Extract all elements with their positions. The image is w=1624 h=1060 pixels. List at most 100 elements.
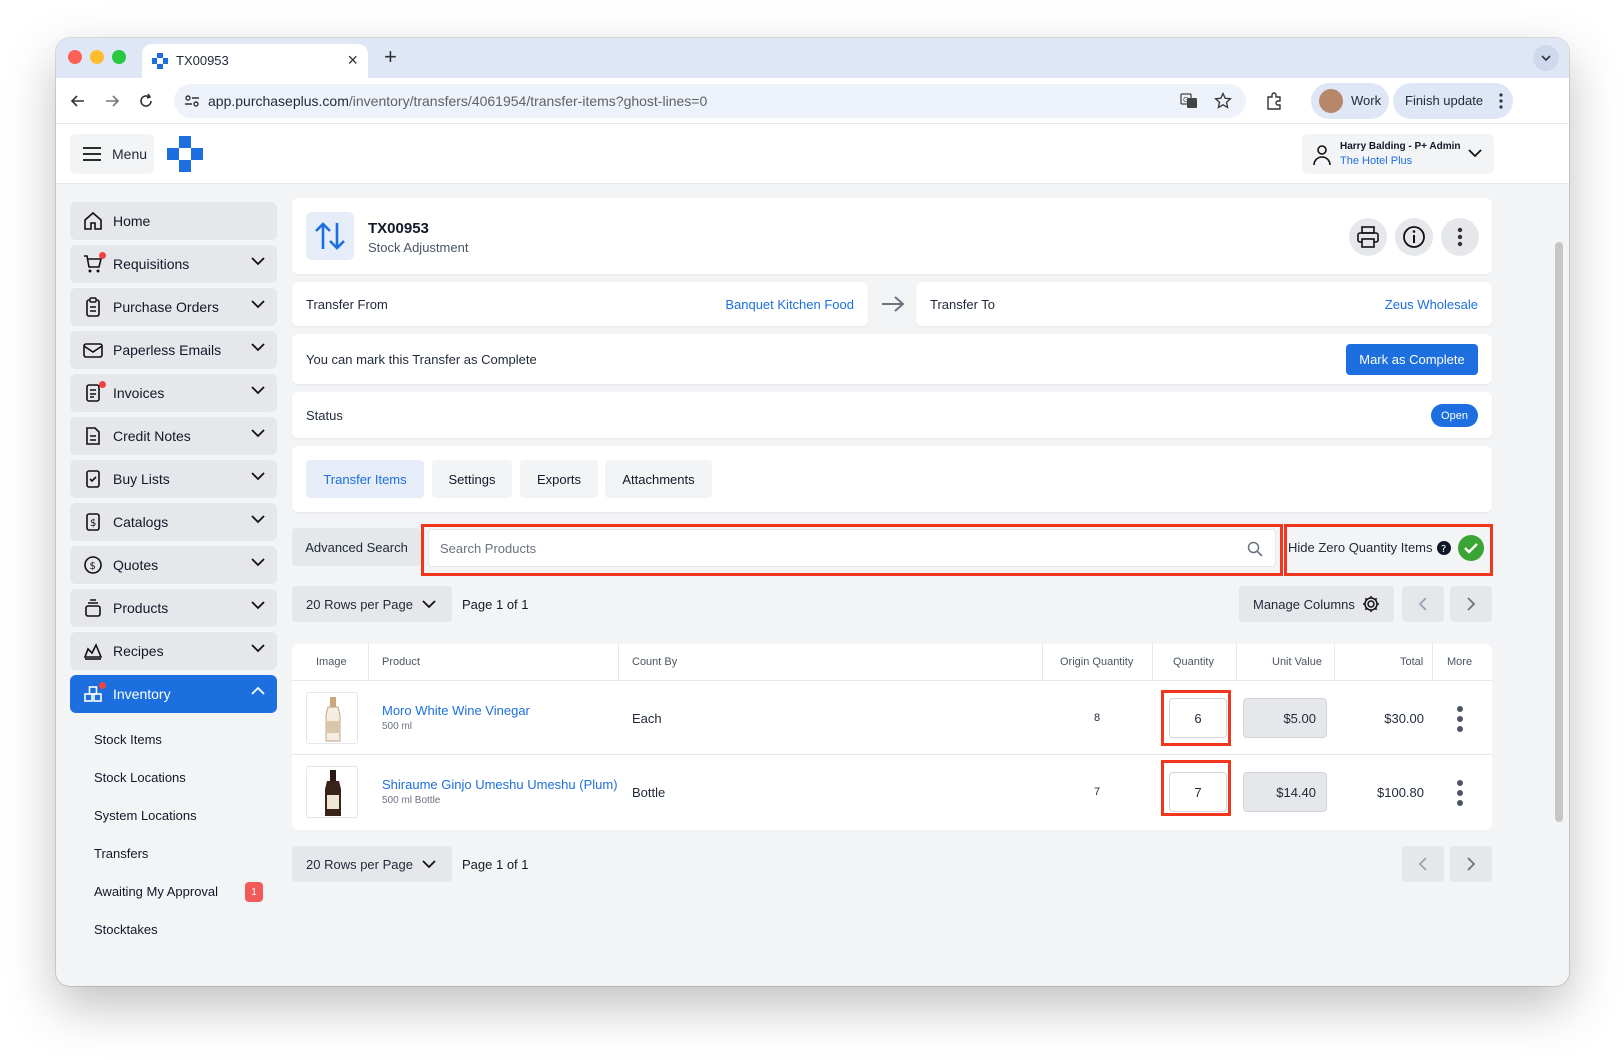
chevron-down-icon	[251, 386, 265, 395]
tab-search-button[interactable]	[1533, 45, 1559, 71]
address-bar[interactable]: app.purchaseplus.com/inventory/transfers…	[174, 84, 1246, 118]
finish-update-button[interactable]: Finish update	[1393, 83, 1513, 119]
mark-as-complete-button[interactable]: Mark as Complete	[1346, 344, 1478, 375]
origin-quantity: 7	[1093, 786, 1101, 798]
arrow-right-icon	[106, 95, 120, 107]
sidebar-subitem-system-locations[interactable]: System Locations	[70, 796, 277, 834]
menu-button[interactable]: Menu	[70, 134, 154, 174]
reload-button[interactable]	[134, 89, 158, 113]
transfer-title-card: TX00953 Stock Adjustment	[292, 198, 1492, 274]
tab-exports[interactable]: Exports	[520, 460, 598, 498]
sidebar-item-home[interactable]: Home	[70, 202, 277, 240]
product-link[interactable]: Shiraume Ginjo Umeshu Umeshu (Plum)	[382, 777, 618, 792]
row-more-icon[interactable]	[1456, 705, 1464, 733]
close-tab-icon[interactable]: ×	[347, 50, 358, 71]
page-info-bottom: Page 1 of 1	[462, 857, 529, 872]
sidebar-item-catalogs[interactable]: $ Catalogs	[70, 503, 277, 541]
new-tab-icon[interactable]: +	[384, 44, 397, 70]
purchaseplus-favicon-icon	[152, 53, 168, 69]
sidebar-subitem-transfers[interactable]: Transfers	[70, 834, 277, 872]
next-page-button-bottom[interactable]	[1450, 846, 1492, 882]
sidebar-subitem-stock-items[interactable]: Stock Items	[70, 720, 277, 758]
sidebar-item-purchase-orders[interactable]: Purchase Orders	[70, 288, 277, 326]
column-header-more: More	[1447, 656, 1473, 668]
close-window-button[interactable]	[68, 50, 82, 64]
quantity-highlight	[1161, 690, 1231, 746]
user-organisation: The Hotel Plus	[1340, 155, 1413, 167]
profile-avatar	[1319, 89, 1343, 113]
extensions-icon[interactable]	[1264, 91, 1284, 111]
user-icon	[1313, 145, 1331, 166]
tab-transfer-items[interactable]: Transfer Items	[306, 460, 424, 498]
chevron-down-icon	[1541, 55, 1551, 62]
column-header-product: Product	[382, 656, 420, 668]
sidebar-item-credit-notes[interactable]: Credit Notes	[70, 417, 277, 455]
column-divider	[1152, 644, 1153, 680]
chevron-up-icon	[251, 686, 265, 695]
tab-settings[interactable]: Settings	[432, 460, 512, 498]
translate-icon[interactable]: G	[1180, 93, 1198, 109]
column-divider	[1432, 644, 1433, 680]
tab-attachments[interactable]: Attachments	[605, 460, 712, 498]
sidebar-item-label: Catalogs	[113, 514, 169, 530]
browser-tab[interactable]: TX00953 ×	[142, 44, 368, 78]
svg-text:$: $	[90, 561, 96, 572]
transfer-to-card: Transfer To Zeus Wholesale	[916, 282, 1492, 326]
print-button[interactable]	[1349, 218, 1387, 256]
rows-per-page-select[interactable]: 20 Rows per Page	[292, 586, 452, 622]
column-header-image: Image	[316, 656, 347, 668]
page-scrollbar[interactable]	[1555, 242, 1563, 822]
column-divider	[618, 644, 619, 680]
sidebar-item-inventory[interactable]: Inventory	[70, 675, 277, 713]
user-menu-button[interactable]: Harry Balding - P+ Admin The Hotel Plus	[1302, 134, 1494, 174]
transfer-from-link[interactable]: Banquet Kitchen Food	[725, 297, 854, 312]
home-icon	[82, 210, 104, 232]
profile-button[interactable]: Work	[1311, 83, 1389, 119]
sidebar-item-quotes[interactable]: $ Quotes	[70, 546, 277, 584]
info-button[interactable]	[1395, 218, 1433, 256]
chevron-down-icon	[251, 558, 265, 567]
sidebar-subitem-stock-locations[interactable]: Stock Locations	[70, 758, 277, 796]
manage-columns-button[interactable]: Manage Columns	[1239, 586, 1394, 622]
chevron-down-icon	[251, 472, 265, 481]
sidebar-subitem-awaiting-my-approval[interactable]: Awaiting My Approval 1	[70, 872, 277, 910]
row-total: $30.00	[1384, 711, 1424, 726]
checklist-icon	[82, 468, 104, 490]
sidebar-subitem-stocktakes[interactable]: Stocktakes	[70, 910, 277, 948]
transfer-to-link[interactable]: Zeus Wholesale	[1385, 297, 1478, 312]
sidebar-item-products[interactable]: Products	[70, 589, 277, 627]
sidebar-item-buy-lists[interactable]: Buy Lists	[70, 460, 277, 498]
row-more-icon[interactable]	[1456, 779, 1464, 807]
back-button[interactable]	[66, 89, 90, 113]
chevron-down-icon	[251, 644, 265, 653]
next-page-button[interactable]	[1450, 586, 1492, 622]
purchaseplus-logo[interactable]	[167, 136, 203, 172]
sidebar-item-requisitions[interactable]: Requisitions	[70, 245, 277, 283]
prev-page-button-bottom[interactable]	[1402, 846, 1444, 882]
sidebar-item-invoices[interactable]: Invoices	[70, 374, 277, 412]
sidebar-item-recipes[interactable]: Recipes	[70, 632, 277, 670]
site-settings-icon[interactable]	[184, 94, 200, 108]
forward-button[interactable]	[100, 89, 124, 113]
reload-icon	[140, 93, 152, 107]
advanced-search-button[interactable]: Advanced Search	[292, 528, 421, 566]
product-size: 500 ml	[382, 721, 413, 732]
prev-page-button[interactable]	[1402, 586, 1444, 622]
sidebar: Home Requisitions Purchase Orders Paperl…	[70, 202, 277, 948]
bookmark-star-icon[interactable]	[1214, 92, 1232, 110]
complete-message: You can mark this Transfer as Complete	[306, 352, 537, 367]
origin-quantity: 8	[1093, 712, 1101, 724]
more-options-button[interactable]	[1441, 218, 1479, 256]
chevron-down-icon	[251, 515, 265, 524]
umeshu-bottle-icon	[325, 770, 341, 816]
maximize-window-button[interactable]	[112, 50, 126, 64]
rows-per-page-select-bottom[interactable]: 20 Rows per Page	[292, 846, 452, 882]
browser-tab-bar: TX00953 × +	[56, 38, 1569, 78]
transfer-arrows-icon	[315, 222, 345, 250]
svg-text:G: G	[1183, 96, 1188, 104]
minimize-window-button[interactable]	[90, 50, 104, 64]
sidebar-item-paperless-emails[interactable]: Paperless Emails	[70, 331, 277, 369]
product-link[interactable]: Moro White Wine Vinegar	[382, 703, 530, 718]
stack-icon	[82, 597, 104, 619]
transfer-items-table: Image Product Count By Origin Quantity Q…	[292, 644, 1492, 830]
